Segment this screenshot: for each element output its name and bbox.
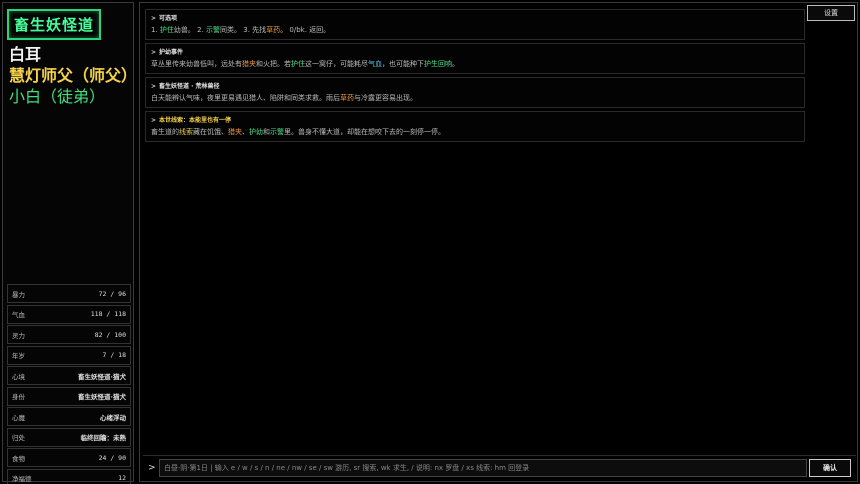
- entry-body: 畜生道的线索藏在饥饿、猎夹、护幼和示警里。兽身不懂大道，却能在想咬下去的一刻停一…: [151, 127, 799, 137]
- stat-label: 年岁: [12, 352, 25, 360]
- text-fragment: 这一窝仔，可能耗尽: [305, 60, 368, 68]
- keyword: 护住: [159, 26, 174, 34]
- stat-value: 临终回瞻：未熟: [80, 434, 127, 442]
- entry-heading: 护幼事件: [159, 49, 184, 56]
- stat-value: 畜生妖怪道·猫犬: [78, 372, 126, 381]
- stat-value: 心绪浮动: [100, 413, 126, 422]
- keyword: 示警: [206, 26, 221, 34]
- text-fragment: 与冷露更容易出现。: [354, 94, 417, 102]
- stat-row: 归处 临终回瞻：未熟: [7, 427, 131, 447]
- sidebar: 畜生妖怪道 白耳 慧灯师父（师父） 小白（徒弟） 暴力 72 / 96 气血 118…: [2, 2, 137, 484]
- entry-heading: 本世线索：本能里也有一停: [159, 117, 232, 124]
- stat-label: 食物: [12, 454, 25, 463]
- text-fragment: 同类。 3. 先找: [220, 26, 267, 34]
- command-input[interactable]: [159, 459, 807, 477]
- keyword: 气血: [368, 60, 382, 68]
- entry-body: 白天能辨认气味，夜里更易遇见猎人、陷阱和同类求救。雨后草药与冷露更容易出现。: [151, 93, 799, 103]
- keyword: 护幼: [249, 128, 263, 136]
- chevron-right-icon: >: [151, 49, 157, 56]
- text-fragment: 。: [452, 60, 459, 68]
- stat-value: 72 / 96: [98, 289, 126, 298]
- stat-value: 畜生妖怪道·猫犬: [78, 393, 126, 401]
- entry-body: 草丛里传来幼兽低叫，远处有猎夹和火把。若护住这一窝仔，可能耗尽气血，也可能种下护…: [151, 59, 799, 69]
- stat-label: 归处: [12, 434, 25, 442]
- keyword: 线索: [179, 128, 193, 136]
- keyword: 猎夹: [242, 60, 256, 68]
- command-bar: > 确认: [143, 455, 856, 479]
- confirm-button[interactable]: 确认: [809, 459, 851, 477]
- text-fragment: 畜生道的: [151, 128, 179, 136]
- text-fragment: ，也可能种下: [382, 60, 424, 68]
- text-fragment: 幼兽。 2.: [173, 26, 207, 34]
- prompt-symbol: >: [148, 463, 156, 473]
- entry-heading: 畜生妖怪道 · 荒林兽径: [159, 83, 220, 90]
- text-fragment: 和: [263, 128, 270, 136]
- stat-label: 身份: [12, 393, 25, 401]
- text-fragment: 草丛里传来幼兽低叫，远处有: [151, 60, 242, 68]
- text-fragment: 白天能辨认气味，夜里更易遇见猎人、陷阱和同类求救。雨后: [151, 94, 340, 102]
- text-fragment: 、: [242, 128, 249, 136]
- keyword: 猎夹: [228, 128, 242, 136]
- chevron-right-icon: >: [151, 83, 157, 90]
- main-panel: 设置 > 可选项 1. 护住幼兽。 2. 示警同类。 3. 先找草药。 0/bk.…: [139, 2, 858, 482]
- log-entry: > 畜生妖怪道 · 荒林兽径 白天能辨认气味，夜里更易遇见猎人、陷阱和同类求救。雨…: [145, 77, 805, 108]
- stat-label: 心魔: [12, 413, 25, 422]
- stat-label: 气血: [12, 311, 25, 319]
- stat-row: 心境 畜生妖怪道·猫犬: [7, 366, 131, 385]
- log-entry: > 护幼事件 草丛里传来幼兽低叫，远处有猎夹和火把。若护住这一窝仔，可能耗尽气血，…: [145, 43, 805, 74]
- stats-panel: 暴力 72 / 96 气血 118 / 118 灵力 82 / 100 年岁 7 / 1…: [7, 284, 131, 484]
- stat-label: 心境: [12, 372, 25, 381]
- stat-row: 净福德 12: [7, 468, 131, 484]
- stat-value: 7 / 18: [102, 351, 126, 359]
- keyword: 护住: [291, 60, 305, 68]
- chevron-right-icon: >: [151, 117, 157, 124]
- log-entry: > 可选项 1. 护住幼兽。 2. 示警同类。 3. 先找草药。 0/bk. 返回…: [145, 9, 805, 40]
- stat-value: 24 / 90: [98, 453, 126, 462]
- stat-value: 12: [118, 474, 126, 482]
- stat-label: 暴力: [12, 290, 25, 299]
- keyword: 草药: [266, 26, 281, 34]
- stat-value: 118 / 118: [90, 310, 126, 318]
- entry-body: 1. 护住幼兽。 2. 示警同类。 3. 先找草药。 0/bk. 返回。: [151, 25, 799, 35]
- keyword: 草药: [340, 94, 354, 102]
- realm-title: 畜生妖怪道: [7, 9, 102, 40]
- message-log: > 可选项 1. 护住幼兽。 2. 示警同类。 3. 先找草药。 0/bk. 返回…: [145, 9, 805, 145]
- stat-row: 食物 24 / 90: [7, 448, 131, 467]
- text-fragment: 藏在饥饿、: [193, 128, 228, 136]
- stat-row: 心魔 心绪浮动: [7, 407, 131, 426]
- text-fragment: 和火把。若: [256, 60, 291, 68]
- log-entry: > 本世线索：本能里也有一停 畜生道的线索藏在饥饿、猎夹、护幼和示警里。兽身不懂大…: [145, 111, 805, 142]
- keyword: 示警: [270, 128, 284, 136]
- stat-row: 灵力 82 / 100: [7, 325, 131, 344]
- stat-value: 82 / 100: [94, 330, 126, 339]
- text-fragment: 里。兽身不懂大道，却能在想咬下去的一刻停一停。: [284, 128, 445, 136]
- stat-row: 身份 畜生妖怪道·猫犬: [7, 386, 131, 406]
- settings-button[interactable]: 设置: [807, 5, 855, 21]
- stat-row: 气血 118 / 118: [7, 304, 131, 324]
- keyword: 护生回响: [424, 60, 452, 68]
- stat-row: 年岁 7 / 18: [7, 345, 131, 365]
- entry-heading: 可选项: [159, 15, 178, 22]
- disciple-name: 小白（徒弟）: [9, 87, 106, 106]
- stat-label: 灵力: [12, 331, 25, 340]
- chevron-right-icon: >: [151, 15, 157, 22]
- stat-row: 暴力 72 / 96: [7, 284, 131, 303]
- text-fragment: 1.: [151, 26, 160, 34]
- text-fragment: 。 0/bk. 返回。: [280, 26, 331, 34]
- stat-label: 净福德: [12, 475, 32, 483]
